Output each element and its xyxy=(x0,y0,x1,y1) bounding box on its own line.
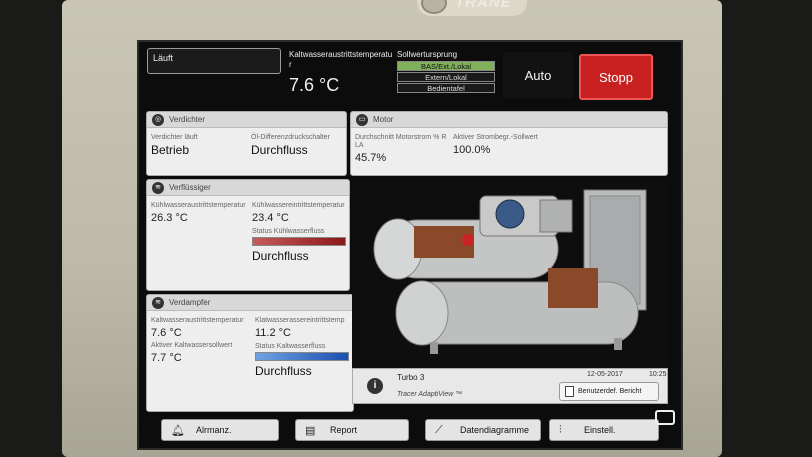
auto-button[interactable]: Auto xyxy=(503,52,573,98)
leaving-water-block: Kaltwasseraustrittstemperatur 7.6 °C xyxy=(289,50,394,96)
motor-panel[interactable]: ▭ Motor Durchschnitt Motorstrom % RLA 45… xyxy=(350,111,668,176)
setpoint-option-bas[interactable]: BAS/Ext./Lokal xyxy=(397,61,495,71)
oil-switch-label: Öl-Differenzdruckschalter xyxy=(251,134,330,141)
touch-screen: Läuft Kaltwasseraustrittstemperatur 7.6 … xyxy=(137,40,683,450)
evaporator-inlet-label: Klatwasserassereintrittstemp xyxy=(255,317,345,324)
evaporator-panel[interactable]: ≋ Verdampfer Kaltwasseraustrittstemperat… xyxy=(146,294,354,412)
current-time: 10:25 xyxy=(649,371,667,378)
current-limit-cell: Aktiver Strombegr.-Sollwert 100.0% xyxy=(453,134,593,156)
evaporator-title: Verdampfer xyxy=(169,298,211,307)
condenser-flow-bar xyxy=(252,237,346,246)
custom-report-label: Benutzerdef. Bericht xyxy=(578,388,642,395)
compressor-title: Verdichter xyxy=(169,115,206,124)
product-name: Tracer AdaptiView ™ xyxy=(397,391,463,398)
evaporator-inlet-value: 11.2 °C xyxy=(255,327,291,339)
condenser-flow-value: Durchfluss xyxy=(252,249,309,263)
trane-logo: TRANE xyxy=(417,0,527,16)
report-label: Report xyxy=(330,425,358,435)
trends-label: Datendiagramme xyxy=(460,425,530,435)
motor-current-cell: Durchschnitt Motorstrom % RLA 45.7% xyxy=(355,134,449,164)
sliders-icon: ⫶ xyxy=(559,424,562,436)
oil-switch-cell: Öl-Differenzdruckschalter Durchfluss xyxy=(251,134,346,157)
compressor-running-cell: Verdichter läuft Betrieb xyxy=(151,134,247,157)
condenser-panel-header: ≋ Verflüssiger xyxy=(147,180,349,196)
line-chart-icon: ⟋ xyxy=(435,424,443,436)
condenser-outlet-label: Kühlwasseraustrittstemperatur xyxy=(151,202,246,209)
info-icon[interactable]: i xyxy=(367,378,383,394)
document-icon xyxy=(565,386,574,397)
current-limit-value: 100.0% xyxy=(453,144,491,156)
leaving-water-value: 7.6 °C xyxy=(289,75,340,95)
current-limit-label: Aktiver Strombegr.-Sollwert xyxy=(453,134,538,141)
evaporator-icon: ≋ xyxy=(152,297,164,309)
evaporator-setpoint-label: Aktiver Kaltwassersollwert xyxy=(151,342,233,349)
motor-current-label: Durchschnitt Motorstrom % RLA xyxy=(355,134,447,149)
condenser-title: Verflüssiger xyxy=(169,183,211,192)
condenser-inlet-label: Kühlwassereintrittstemperatur xyxy=(252,202,345,209)
compressor-running-value: Betrieb xyxy=(151,143,190,157)
unit-name: Turbo 3 xyxy=(397,373,425,382)
condenser-outlet-value: 26.3 °C xyxy=(151,212,188,224)
setpoint-source: Sollwertursprung BAS/Ext./Lokal Extern/L… xyxy=(397,50,495,94)
trends-button[interactable]: ⟋ Datendiagramme xyxy=(425,419,541,441)
chiller-illustration xyxy=(352,182,668,368)
condenser-inlet-value: 23.4 °C xyxy=(252,212,289,224)
evaporator-panel-header: ≋ Verdampfer xyxy=(147,295,353,311)
trane-logo-emblem xyxy=(421,0,447,14)
chiller-graphic xyxy=(352,182,668,368)
compressor-panel-header: ◎ Verdichter xyxy=(147,112,346,128)
compressor-panel[interactable]: ◎ Verdichter Verdichter läuft Betrieb Öl… xyxy=(146,111,347,176)
condenser-flow-label: Status Kühlwasserfluss xyxy=(252,228,325,235)
chat-icon[interactable] xyxy=(655,410,675,425)
motor-current-value: 45.7% xyxy=(355,152,387,164)
evaporator-inlet-cell: Klatwasserassereintrittstemp 11.2 °C Sta… xyxy=(255,317,353,378)
condenser-inlet-cell: Kühlwassereintrittstemperatur 23.4 °C St… xyxy=(252,202,348,263)
evaporator-flow-label: Status Kaltwasserfluss xyxy=(255,343,326,350)
compressor-running-label: Verdichter läuft xyxy=(151,134,198,141)
current-date: 12-05-2017 xyxy=(587,371,623,378)
brand-text: TRANE xyxy=(455,0,512,11)
motor-panel-header: ▭ Motor xyxy=(351,112,667,128)
condenser-outlet-cell: Kühlwasseraustrittstemperatur 26.3 °C xyxy=(151,202,247,224)
bell-icon: 🔔︎ xyxy=(171,425,185,437)
custom-report-button[interactable]: Benutzerdef. Bericht xyxy=(559,382,659,401)
motor-title: Motor xyxy=(373,115,394,124)
setpoint-source-title: Sollwertursprung xyxy=(397,50,458,59)
evaporator-flow-bar xyxy=(255,352,349,361)
setpoint-option-panel[interactable]: Bedientafel xyxy=(397,83,495,93)
condenser-icon: ≋ xyxy=(152,182,164,194)
leaving-water-label: Kaltwasseraustrittstemperatur xyxy=(289,50,393,69)
evaporator-outlet-cell: Kaltwasseraustrittstemperatur 7.6 °C Akt… xyxy=(151,317,249,364)
alarms-button[interactable]: 🔔︎ Alrmanz. xyxy=(161,419,279,441)
settings-label: Einstell. xyxy=(584,425,616,435)
operating-status: Läuft xyxy=(147,48,281,74)
evaporator-setpoint-value: 7.7 °C xyxy=(151,352,182,364)
alarms-label: Alrmanz. xyxy=(196,425,232,435)
evaporator-outlet-label: Kaltwasseraustrittstemperatur xyxy=(151,317,244,324)
compressor-icon: ◎ xyxy=(152,114,164,126)
evaporator-outlet-value: 7.6 °C xyxy=(151,327,182,339)
document-icon: ▤ xyxy=(305,425,316,437)
stop-button[interactable]: Stopp xyxy=(579,54,653,100)
evaporator-flow-value: Durchfluss xyxy=(255,364,312,378)
report-button[interactable]: ▤ Report xyxy=(295,419,409,441)
settings-button[interactable]: ⫶ Einstell. xyxy=(549,419,659,441)
condenser-panel[interactable]: ≋ Verflüssiger Kühlwasseraustrittstemper… xyxy=(146,179,350,291)
unit-info-bar: i Turbo 3 Tracer AdaptiView ™ 12-05-2017… xyxy=(352,368,668,404)
motor-icon: ▭ xyxy=(356,114,368,126)
setpoint-option-extern[interactable]: Extern/Lokal xyxy=(397,72,495,82)
oil-switch-value: Durchfluss xyxy=(251,143,308,157)
